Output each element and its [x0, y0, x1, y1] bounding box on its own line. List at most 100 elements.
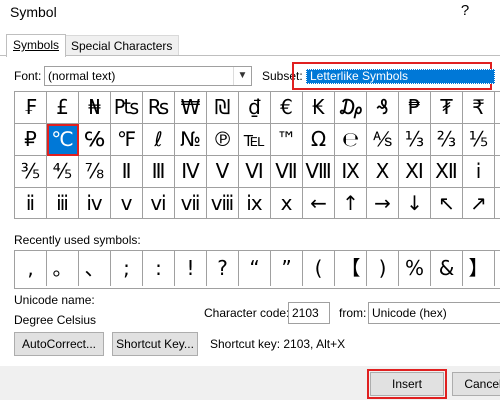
symbol-cell[interactable]: £ — [47, 92, 79, 124]
symbol-cell[interactable]: ⅵ — [143, 188, 175, 218]
recent-symbol-cell[interactable]: ; — [111, 251, 143, 286]
symbol-cell[interactable]: ₮ — [431, 92, 463, 124]
help-button[interactable]: ? — [455, 2, 475, 24]
symbol-cell[interactable]: ₫ — [239, 92, 271, 124]
symbol-cell[interactable]: ⅓ — [399, 124, 431, 156]
symbol-cell[interactable]: Ⅲ — [143, 156, 175, 188]
symbol-cell[interactable]: Ⅶ — [271, 156, 303, 188]
font-label: Font: — [14, 69, 42, 83]
cancel-button[interactable]: Cancel — [452, 372, 500, 396]
symbol-cell[interactable]: ⅰ — [463, 156, 495, 188]
shortcut-key-button[interactable]: Shortcut Key... — [112, 332, 198, 356]
tab-special-characters[interactable]: Special Characters — [64, 35, 180, 57]
symbol-cell[interactable]: € — [271, 92, 303, 124]
recent-symbol-cell[interactable]: 、 — [79, 251, 111, 286]
symbol-cell[interactable]: ₧ — [111, 92, 143, 124]
symbol-cell[interactable]: ⅶ — [175, 188, 207, 218]
symbol-cell[interactable]: ₯ — [335, 92, 367, 124]
symbol-cell[interactable]: Ⅸ — [335, 156, 367, 188]
title-bar: Symbol ? — [0, 0, 500, 28]
recent-symbol-cell[interactable]: ※ — [495, 251, 500, 286]
symbol-cell[interactable]: ↑ — [335, 188, 367, 218]
symbol-cell[interactable]: № — [175, 124, 207, 156]
symbol-grid: ₣£₦₧₨₩₪₫€₭₯₰₱₮₹₺ ₽℃℅℉ℓ№℗℡™Ω℮⅍⅓⅔⅕⅖ ⅗⅘⅞ⅡⅢⅣⅤⅥ… — [14, 91, 500, 219]
recent-symbol-cell[interactable]: ! — [175, 251, 207, 286]
unicode-name-value: Degree Celsius — [14, 313, 97, 327]
symbol-cell[interactable]: ₽ — [15, 124, 47, 156]
symbol-cell[interactable]: ↘ — [495, 188, 500, 218]
symbol-cell[interactable]: ℃ — [47, 124, 79, 156]
symbol-cell[interactable]: ₱ — [399, 92, 431, 124]
symbol-cell[interactable]: ⅷ — [207, 188, 239, 218]
symbol-cell[interactable]: ⅘ — [47, 156, 79, 188]
symbol-cell[interactable]: ₰ — [367, 92, 399, 124]
tab-symbols-label: Symbols — [13, 38, 60, 52]
symbol-cell[interactable]: ℗ — [207, 124, 239, 156]
symbol-cell[interactable]: ℡ — [239, 124, 271, 156]
recent-symbol-cell[interactable]: ( — [303, 251, 335, 286]
symbol-cell[interactable]: ↓ — [399, 188, 431, 218]
symbol-cell[interactable]: ℅ — [79, 124, 111, 156]
autocorrect-button[interactable]: AutoCorrect... — [14, 332, 104, 356]
symbol-cell[interactable]: ⅖ — [495, 124, 500, 156]
recent-symbol-cell[interactable]: 【 — [335, 251, 367, 286]
symbol-cell[interactable]: ₣ — [15, 92, 47, 124]
symbol-cell[interactable]: ⅱ — [15, 188, 47, 218]
symbol-cell[interactable]: ⅞ — [79, 156, 111, 188]
symbol-cell[interactable]: ← — [303, 188, 335, 218]
symbol-cell[interactable]: Ⅱ — [111, 156, 143, 188]
symbol-cell[interactable]: Ⅺ — [399, 156, 431, 188]
symbol-cell[interactable]: ⅳ — [79, 188, 111, 218]
symbol-cell[interactable]: ⅹ — [271, 188, 303, 218]
symbol-cell[interactable]: ₨ — [143, 92, 175, 124]
chevron-down-icon[interactable]: ▼ — [233, 67, 251, 85]
symbol-cell[interactable]: Ⅷ — [303, 156, 335, 188]
character-code-input[interactable]: 2103 — [288, 302, 330, 324]
recent-symbol-cell[interactable]: ) — [367, 251, 399, 286]
from-dropdown[interactable]: Unicode (hex) — [368, 302, 500, 324]
symbol-cell[interactable]: Ω — [303, 124, 335, 156]
symbol-cell[interactable]: ⅍ — [367, 124, 399, 156]
font-dropdown[interactable]: (normal text) ▼ — [44, 66, 252, 86]
symbol-cell[interactable]: Ⅻ — [431, 156, 463, 188]
symbol-cell[interactable]: ↗ — [463, 188, 495, 218]
symbol-cell[interactable]: ⅱ — [495, 156, 500, 188]
symbol-cell[interactable]: Ⅹ — [367, 156, 399, 188]
symbol-cell[interactable]: ₦ — [79, 92, 111, 124]
symbol-cell[interactable]: ⅲ — [47, 188, 79, 218]
recent-symbol-cell[interactable]: ? — [207, 251, 239, 286]
font-value: (normal text) — [48, 69, 116, 83]
subset-dropdown[interactable]: Letterlike Symbols — [306, 69, 495, 84]
insert-button[interactable]: Insert — [367, 369, 447, 399]
symbol-cell[interactable]: ⅸ — [239, 188, 271, 218]
symbol-cell[interactable]: ℮ — [335, 124, 367, 156]
character-code-label: Character code: — [204, 306, 290, 320]
symbol-cell[interactable]: ⅴ — [111, 188, 143, 218]
symbol-cell[interactable]: ₪ — [207, 92, 239, 124]
symbol-cell[interactable]: ⅕ — [463, 124, 495, 156]
symbol-cell[interactable]: ₺ — [495, 92, 500, 124]
symbol-cell[interactable]: ℓ — [143, 124, 175, 156]
recent-symbol-cell[interactable]: % — [399, 251, 431, 286]
tab-symbols[interactable]: Symbols — [6, 34, 67, 57]
symbol-cell[interactable]: Ⅴ — [207, 156, 239, 188]
symbol-cell[interactable]: ₭ — [303, 92, 335, 124]
recent-symbol-cell[interactable]: 。 — [47, 251, 79, 286]
symbol-cell[interactable]: ⅔ — [431, 124, 463, 156]
symbol-cell[interactable]: ₹ — [463, 92, 495, 124]
symbol-cell[interactable]: ™ — [271, 124, 303, 156]
symbol-cell[interactable]: Ⅵ — [239, 156, 271, 188]
symbol-cell[interactable]: ⅗ — [15, 156, 47, 188]
symbol-cell[interactable]: → — [367, 188, 399, 218]
unicode-name-label: Unicode name: — [14, 293, 95, 307]
symbol-cell[interactable]: ↖ — [431, 188, 463, 218]
recent-symbol-cell[interactable]: ” — [271, 251, 303, 286]
symbol-cell[interactable]: Ⅳ — [175, 156, 207, 188]
symbol-cell[interactable]: ℉ — [111, 124, 143, 156]
symbol-cell[interactable]: ₩ — [175, 92, 207, 124]
recent-symbol-cell[interactable]: “ — [239, 251, 271, 286]
recent-symbol-cell[interactable]: , — [15, 251, 47, 286]
recent-symbol-cell[interactable]: : — [143, 251, 175, 286]
recent-symbol-cell[interactable]: 】 — [463, 251, 495, 286]
recent-symbol-cell[interactable]: & — [431, 251, 463, 286]
